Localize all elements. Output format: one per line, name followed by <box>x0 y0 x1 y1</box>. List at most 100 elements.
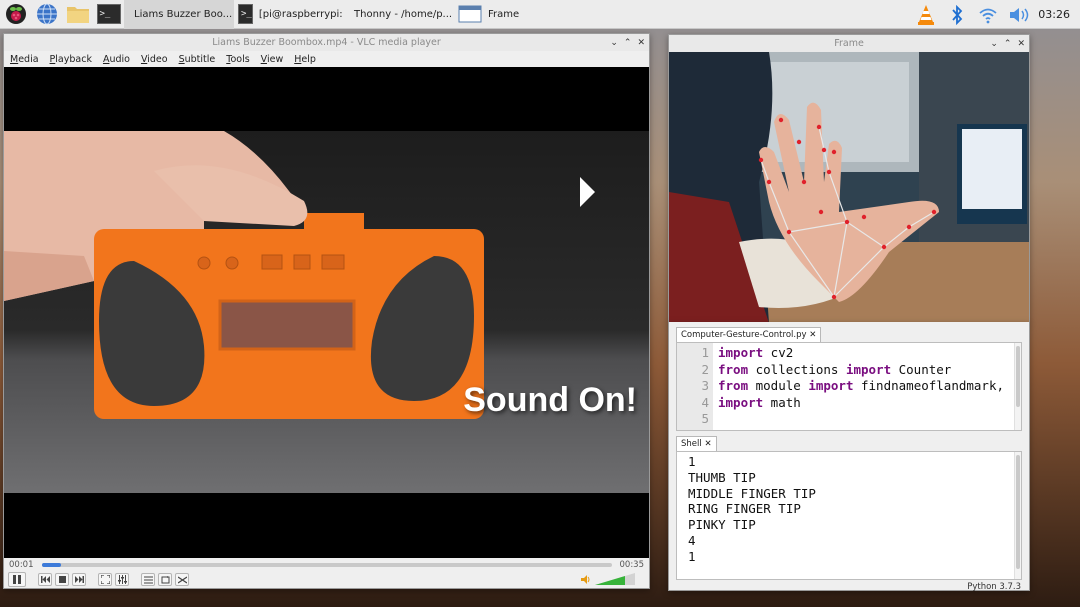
window-title: Frame <box>834 38 864 49</box>
menu-view[interactable]: View <box>261 54 284 65</box>
window-title: Liams Buzzer Boombox.mp4 - VLC media pla… <box>212 37 441 48</box>
task-terminal-label: [pi@raspberrypi: ~] <box>258 8 344 20</box>
code-token: collections <box>748 361 846 377</box>
volume-icon <box>1009 7 1029 22</box>
line-numbers: 12345 <box>677 343 713 430</box>
vlc-tray-icon <box>917 4 934 25</box>
thonny-window: Computer-Gesture-Control.py ✕ 12345 impo… <box>668 322 1030 592</box>
vlc-titlebar[interactable]: Liams Buzzer Boombox.mp4 - VLC media pla… <box>4 34 649 51</box>
code-token: cv2 <box>763 345 794 360</box>
skip-forward-icon <box>74 576 84 583</box>
editor-tab-label: Computer-Gesture-Control.py <box>681 330 807 340</box>
pause-button[interactable] <box>8 572 26 587</box>
seek-progress <box>41 562 62 567</box>
shell-tab-label: Shell <box>681 439 702 449</box>
file-manager-button[interactable] <box>62 0 93 29</box>
seek-row: 00:01 00:35 <box>4 558 649 571</box>
editor-tab[interactable]: Computer-Gesture-Control.py ✕ <box>676 327 822 342</box>
video-overlay-text: Sound On! <box>463 381 637 419</box>
line-number: 3 <box>701 378 709 393</box>
frame-window: Frame ⌄ ⌃ ✕ <box>668 34 1030 323</box>
wifi-button[interactable] <box>972 0 1003 29</box>
line-number: 5 <box>701 411 709 426</box>
play-overlay-icon <box>580 177 595 207</box>
maximize-icon[interactable]: ⌃ <box>1004 39 1012 49</box>
minimize-icon[interactable]: ⌄ <box>610 38 618 48</box>
close-icon[interactable]: ✕ <box>1017 39 1025 49</box>
code-token: Counter <box>891 361 952 377</box>
task-vlc-label: Liams Buzzer Boo... <box>134 8 233 20</box>
shuffle-button[interactable] <box>175 573 189 586</box>
task-vlc[interactable]: Liams Buzzer Boo... <box>124 0 234 29</box>
menu-playback[interactable]: Playback <box>50 54 92 65</box>
seek-slider[interactable] <box>41 562 612 567</box>
menu-audio[interactable]: Audio <box>103 54 130 65</box>
clock[interactable]: 03:26 <box>1034 8 1080 21</box>
shell-line: THUMB TIP <box>688 469 756 485</box>
close-icon[interactable]: ✕ <box>637 38 645 48</box>
total-time: 00:35 <box>619 559 645 570</box>
fullscreen-button[interactable] <box>98 573 112 586</box>
previous-button[interactable] <box>38 573 52 586</box>
vlc-window: Liams Buzzer Boombox.mp4 - VLC media pla… <box>3 33 650 589</box>
menu-media[interactable]: Media <box>10 54 39 65</box>
system-tray: 03:26 <box>910 0 1080 29</box>
video-area[interactable]: Sound On! <box>4 67 649 558</box>
line-number: 1 <box>701 345 709 360</box>
code-token: module <box>748 378 809 393</box>
extended-settings-button[interactable] <box>115 573 129 586</box>
menu-subtitle[interactable]: Subtitle <box>179 54 216 65</box>
task-thonny-label: Thonny - /home/p... <box>354 8 453 20</box>
loop-button[interactable] <box>158 573 172 586</box>
code-line: import math <box>718 395 1021 412</box>
web-browser-button[interactable] <box>31 0 62 29</box>
shell-output[interactable]: 1 THUMB TIP MIDDLE FINGER TIP RING FINGER T… <box>676 451 1022 580</box>
shell-line: 1 <box>688 548 696 564</box>
code-text[interactable]: import cv2 from collections import Counte… <box>713 343 1021 430</box>
video-frame <box>4 131 649 493</box>
terminal-launch-button[interactable]: >_ <box>93 0 124 29</box>
volume-button[interactable] <box>1003 0 1034 29</box>
code-token: findnameoflandmark, <box>853 378 1004 393</box>
playlist-button[interactable] <box>141 573 155 586</box>
code-token: math <box>763 394 801 410</box>
editor-scrollbar[interactable] <box>1014 343 1021 430</box>
menu-help[interactable]: Help <box>294 54 316 65</box>
speaker-icon[interactable] <box>581 574 591 584</box>
playlist-icon <box>143 576 153 583</box>
task-terminal[interactable]: >_ [pi@raspberrypi: ~] <box>234 0 344 29</box>
minimize-icon[interactable]: ⌄ <box>990 39 998 49</box>
keyword-token: from <box>718 378 749 393</box>
menu-video[interactable]: Video <box>141 54 168 65</box>
task-frame[interactable]: Frame <box>454 0 534 29</box>
fullscreen-icon <box>100 575 110 584</box>
menu-tools[interactable]: Tools <box>226 54 249 65</box>
terminal-icon: >_ <box>238 4 253 24</box>
line-number: 4 <box>701 394 709 410</box>
next-button[interactable] <box>72 573 86 586</box>
line-number: 2 <box>701 361 709 377</box>
shell-scrollbar[interactable] <box>1014 452 1021 579</box>
bluetooth-button[interactable] <box>941 0 972 29</box>
elapsed-time: 00:01 <box>9 559 34 570</box>
task-thonny[interactable]: Thonny - /home/p... <box>344 0 454 29</box>
stop-button[interactable] <box>55 573 69 586</box>
task-frame-label: Frame <box>488 8 520 20</box>
maximize-icon[interactable]: ⌃ <box>624 38 632 48</box>
shell-line: PINKY TIP <box>688 517 756 533</box>
python-version-status: Python 3.7.3 <box>967 582 1021 592</box>
loop-icon <box>161 575 169 583</box>
close-tab-icon[interactable]: ✕ <box>809 330 816 340</box>
close-tab-icon[interactable]: ✕ <box>704 439 711 449</box>
raspberry-pi-menu-button[interactable] <box>0 0 31 29</box>
vlc-tray-button[interactable] <box>910 0 941 29</box>
frame-titlebar[interactable]: Frame ⌄ ⌃ ✕ <box>669 35 1029 52</box>
shell-tab[interactable]: Shell ✕ <box>676 436 717 451</box>
file-manager-icon <box>66 7 89 23</box>
code-editor[interactable]: 12345 import cv2 from collections import … <box>676 342 1022 431</box>
shuffle-icon <box>177 576 187 583</box>
shell-line: 4 <box>688 532 696 548</box>
shell-line: 1 <box>688 454 696 469</box>
code-line: from module import findnameoflandmark, <box>718 378 1021 395</box>
volume-slider[interactable] <box>595 573 635 585</box>
